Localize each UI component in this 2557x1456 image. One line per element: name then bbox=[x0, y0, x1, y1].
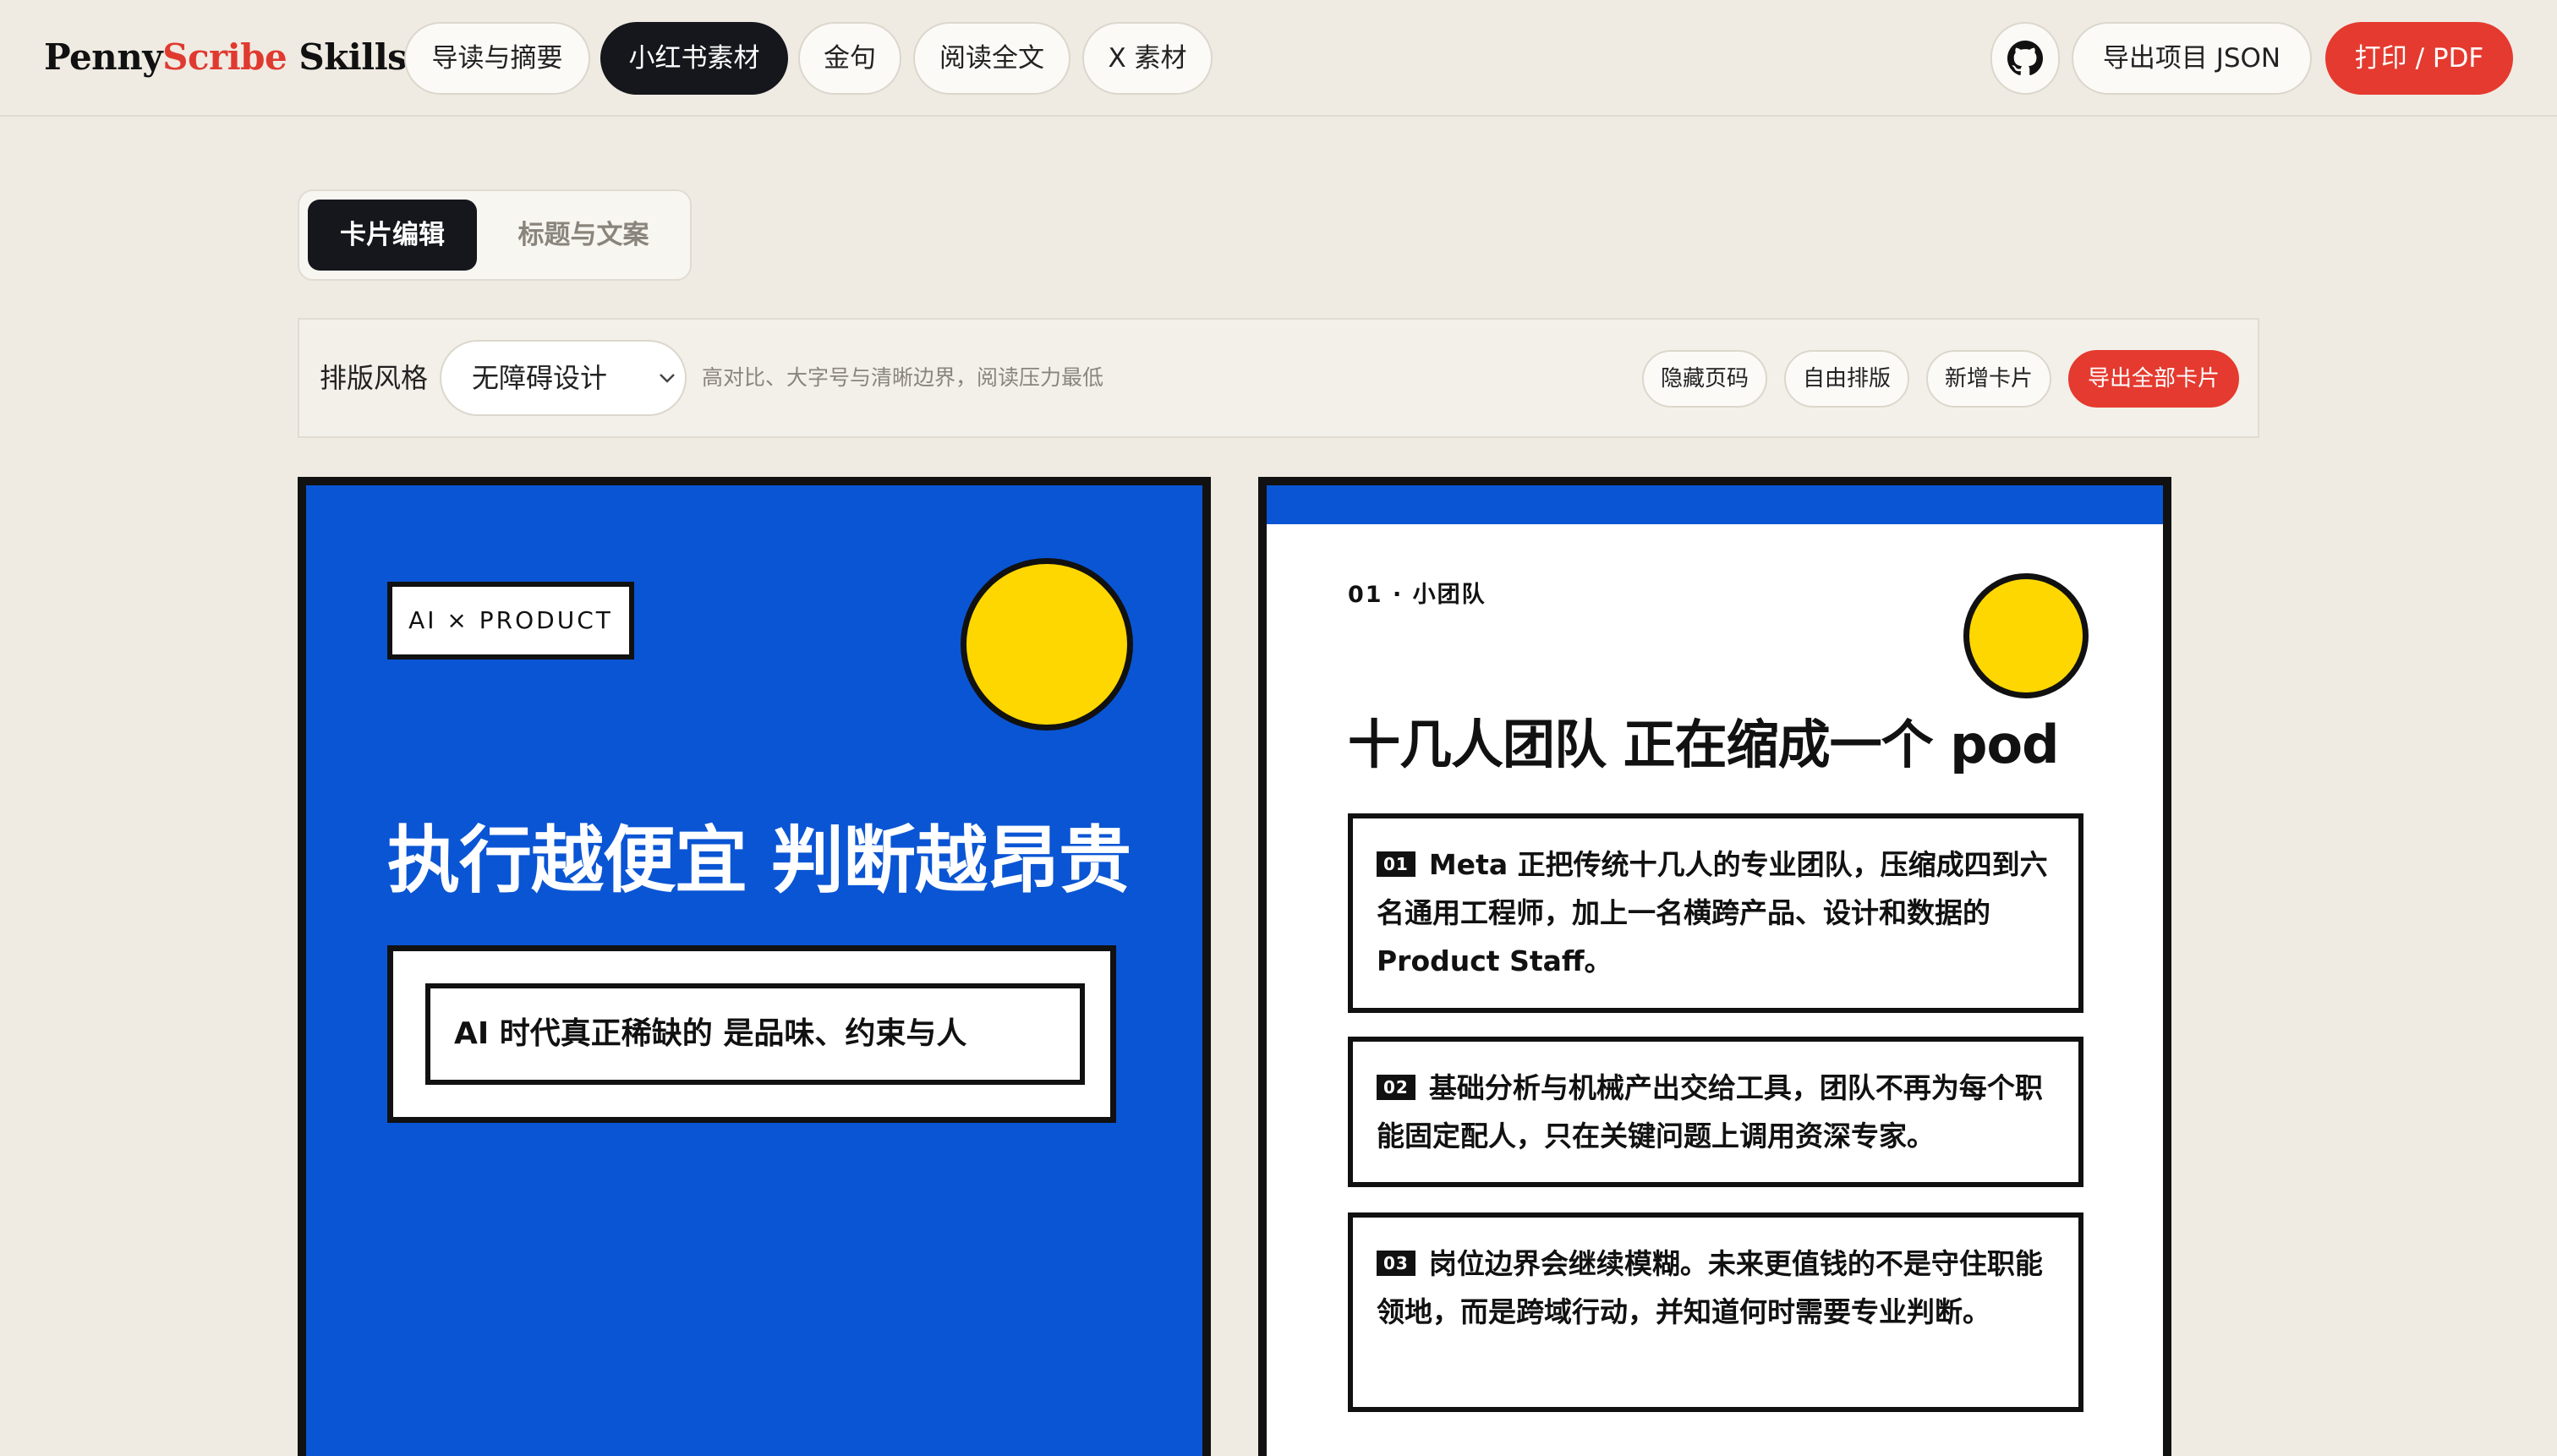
card-subtitle: AI 时代真正稀缺的 是品味、约束与人 bbox=[425, 983, 1085, 1085]
content-card[interactable]: 01 · 小团队 十几人团队 正在缩成一个 pod 01 Meta 正把传统十几人… bbox=[1258, 477, 2171, 1456]
yellow-circle-decoration bbox=[961, 558, 1133, 731]
tab-guide-summary[interactable]: 导读与摘要 bbox=[404, 22, 590, 95]
tab-x-materials[interactable]: X 素材 bbox=[1082, 22, 1213, 95]
item-text: Meta 正把传统十几人的专业团队，压缩成四到六名通用工程师，加上一名横跨产品、… bbox=[1377, 848, 2048, 977]
print-pdf-button[interactable]: 打印 / PDF bbox=[2325, 22, 2513, 95]
brand-part-1: Penny bbox=[44, 36, 163, 78]
layout-style-value: 无障碍设计 bbox=[472, 362, 608, 394]
github-icon bbox=[2007, 41, 2043, 75]
export-all-cards-button[interactable]: 导出全部卡片 bbox=[2068, 350, 2239, 408]
hide-page-number-button[interactable]: 隐藏页码 bbox=[1642, 350, 1767, 408]
top-nav: PennyScribe Skills 导读与摘要 小红书素材 金句 阅读全文 X… bbox=[0, 0, 2557, 117]
list-item: 01 Meta 正把传统十几人的专业团队，压缩成四到六名通用工程师，加上一名横跨产… bbox=[1348, 813, 2083, 1013]
item-text: 基础分析与机械产出交给工具，团队不再为每个职能固定配人，只在关键问题上调用资深专… bbox=[1377, 1071, 2043, 1152]
item-number: 01 bbox=[1377, 851, 1415, 877]
item-text: 岗位边界会继续模糊。未来更值钱的不是守住职能领地，而是跨域行动，并知道何时需要专… bbox=[1377, 1247, 2043, 1328]
export-project-json-button[interactable]: 导出项目 JSON bbox=[2072, 22, 2312, 95]
tab-golden-quotes[interactable]: 金句 bbox=[798, 22, 901, 95]
list-item: 02 基础分析与机械产出交给工具，团队不再为每个职能固定配人，只在关键问题上调用资… bbox=[1348, 1037, 2083, 1187]
card-toolbar: 排版风格 无障碍设计 高对比、大字号与清晰边界，阅读压力最低 隐藏页码 自由排版… bbox=[298, 318, 2259, 438]
layout-style-select[interactable]: 无障碍设计 bbox=[440, 340, 687, 416]
card-kicker: 01 · 小团队 bbox=[1348, 582, 1487, 608]
editor-subtabs: 卡片编辑 标题与文案 bbox=[298, 189, 692, 281]
card-top-bar bbox=[1267, 485, 2163, 524]
tab-read-full-text[interactable]: 阅读全文 bbox=[913, 22, 1070, 95]
item-number: 02 bbox=[1377, 1075, 1415, 1100]
layout-style-label: 排版风格 bbox=[320, 362, 429, 394]
layout-style-description: 高对比、大字号与清晰边界，阅读压力最低 bbox=[702, 365, 1104, 390]
item-number: 03 bbox=[1377, 1251, 1415, 1276]
add-card-button[interactable]: 新增卡片 bbox=[1926, 350, 2051, 408]
list-item: 03 岗位边界会继续模糊。未来更值钱的不是守住职能领地，而是跨域行动，并知道何时需… bbox=[1348, 1212, 2083, 1412]
brand-logo[interactable]: PennyScribe Skills bbox=[44, 34, 408, 81]
tab-card-editing[interactable]: 卡片编辑 bbox=[308, 200, 477, 271]
cover-card[interactable]: AI × PRODUCT 执行越便宜 判断越昂贵 AI 时代真正稀缺的 是品味、… bbox=[298, 477, 1211, 1456]
chevron-down-icon bbox=[658, 342, 676, 414]
brand-part-3: Skills bbox=[287, 36, 408, 78]
card-headline: 执行越便宜 判断越昂贵 bbox=[387, 818, 1131, 903]
free-layout-button[interactable]: 自由排版 bbox=[1784, 350, 1909, 408]
tab-title-and-copy[interactable]: 标题与文案 bbox=[482, 200, 685, 271]
card-tag: AI × PRODUCT bbox=[387, 582, 634, 660]
card-title: 十几人团队 正在缩成一个 pod bbox=[1348, 714, 2060, 775]
tab-xiaohongshu-materials[interactable]: 小红书素材 bbox=[600, 22, 788, 95]
yellow-circle-decoration bbox=[1963, 573, 2089, 698]
brand-part-2: Scribe bbox=[162, 36, 287, 78]
github-button[interactable] bbox=[1990, 22, 2060, 95]
card-subtitle-box: AI 时代真正稀缺的 是品味、约束与人 bbox=[387, 945, 1116, 1123]
